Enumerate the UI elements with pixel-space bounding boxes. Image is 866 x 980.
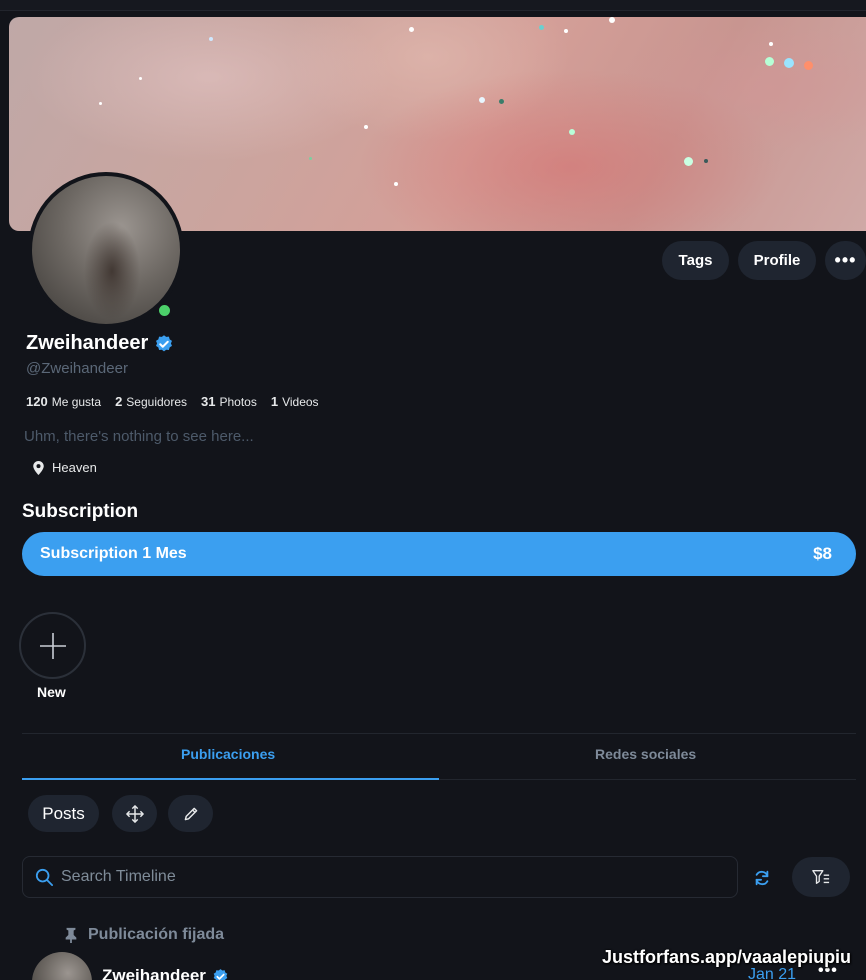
stat-likes: 120 Me gusta (26, 394, 101, 409)
active-tab-indicator (22, 778, 439, 780)
pinned-label: Publicación fijada (88, 926, 225, 943)
stat-videos[interactable]: 1 Videos (271, 394, 319, 409)
verified-badge-icon (213, 968, 228, 980)
new-story-label: New (37, 684, 66, 700)
search-input[interactable] (61, 868, 661, 886)
profile-name-row: Zweihandeer (26, 332, 174, 355)
filter-icon (812, 870, 830, 884)
sparkle (99, 102, 102, 105)
refresh-button[interactable] (750, 866, 774, 890)
profile-location: Heaven (33, 460, 97, 475)
sparkle (479, 97, 485, 103)
tab-redes-sociales[interactable]: Redes sociales (595, 746, 696, 762)
stat-value: 2 (115, 394, 123, 409)
sparkle (765, 57, 774, 66)
stat-label: Seguidores (126, 395, 188, 409)
sparkle (704, 159, 708, 163)
posts-filter-button[interactable]: Posts (28, 795, 99, 832)
sparkle (804, 61, 813, 70)
pinned-post-indicator: Publicación fijada (64, 926, 224, 944)
plus-icon (39, 632, 66, 659)
stat-followers[interactable]: 2 Seguidores (115, 394, 187, 409)
subscription-button[interactable]: Subscription 1 Mes $8 (22, 532, 856, 576)
online-status-indicator (156, 302, 173, 319)
tabs-divider (22, 733, 856, 734)
sparkle (499, 99, 504, 104)
subscription-plan-label: Subscription 1 Mes (40, 545, 187, 562)
watermark-text: Justforfans.app/vaaalepiupiu (602, 947, 852, 967)
verified-badge-icon (156, 334, 173, 351)
subscription-heading: Subscription (22, 501, 139, 522)
stat-label: Photos (219, 395, 257, 409)
more-options-button[interactable]: ••• (825, 241, 866, 280)
post-author-row: Zweihandeer (102, 966, 229, 980)
sparkle (684, 157, 693, 166)
new-story-button[interactable] (19, 612, 86, 679)
pin-icon (65, 927, 77, 943)
sparkle (364, 125, 368, 129)
stat-value: 1 (270, 394, 279, 409)
sparkle (394, 182, 398, 186)
sparkle (539, 25, 544, 30)
sparkle (784, 58, 794, 68)
post-author-avatar[interactable] (32, 952, 92, 980)
stat-value: 31 (201, 394, 216, 409)
sparkle (139, 77, 142, 80)
sparkle (564, 29, 568, 33)
pencil-icon (184, 807, 197, 820)
sparkle (309, 157, 312, 160)
tags-button[interactable]: Tags (662, 241, 729, 280)
sparkle (609, 17, 615, 23)
stat-photos[interactable]: 31 Photos (201, 394, 257, 409)
location-text: Heaven (52, 460, 97, 475)
profile-handle: @Zweihandeer (26, 360, 128, 377)
tab-publicaciones[interactable]: Publicaciones (181, 746, 275, 762)
profile-bio: Uhm, there's nothing to see here... (24, 428, 254, 445)
stat-label: Me gusta (51, 395, 102, 409)
sparkle (569, 129, 575, 135)
map-pin-icon (33, 460, 44, 475)
profile-stats: 120 Me gusta 2 Seguidores 31 Photos 1 Videos (26, 394, 319, 409)
profile-button[interactable]: Profile (738, 241, 816, 280)
edit-button[interactable] (168, 795, 213, 832)
subscription-price: $8 (813, 544, 832, 563)
post-date[interactable]: Jan 21 (748, 966, 796, 980)
move-icon (125, 804, 144, 823)
refresh-icon (755, 870, 769, 886)
top-bar (0, 0, 866, 11)
timeline-filter-button[interactable] (792, 857, 850, 897)
tab-baseline (439, 779, 856, 780)
sparkle (209, 37, 213, 41)
search-timeline-field[interactable] (22, 856, 738, 898)
profile-name: Zweihandeer (26, 332, 149, 354)
reorder-button[interactable] (112, 795, 157, 832)
post-author-name[interactable]: Zweihandeer (102, 966, 206, 980)
stat-label: Videos (282, 395, 319, 409)
sparkle (769, 42, 773, 46)
sparkle (409, 27, 414, 32)
search-icon (35, 868, 53, 886)
stat-value: 120 (26, 394, 48, 409)
